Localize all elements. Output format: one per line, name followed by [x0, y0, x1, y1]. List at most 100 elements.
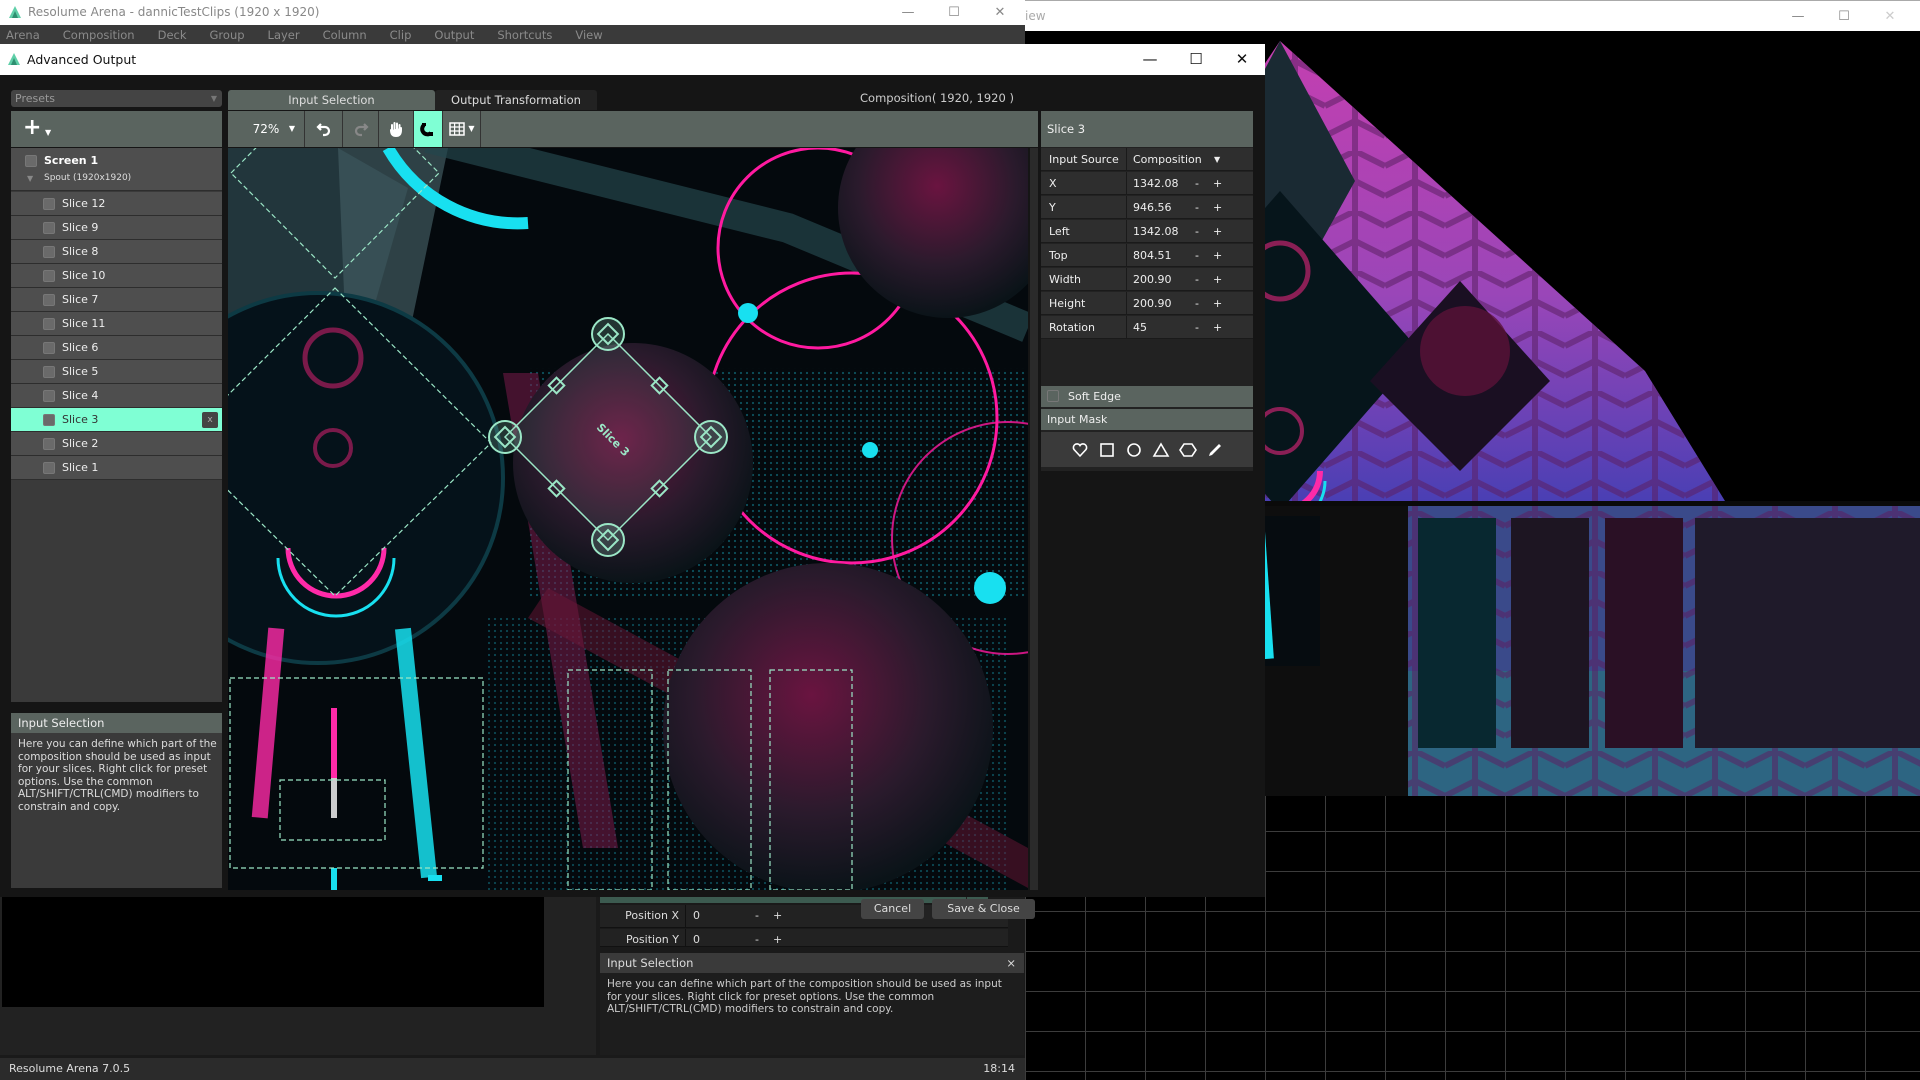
position-x-value[interactable]: 0 — [693, 905, 700, 927]
x-value[interactable]: 1342.08 — [1133, 172, 1179, 195]
save-close-button[interactable]: Save & Close — [932, 899, 1035, 919]
cancel-button[interactable]: Cancel — [861, 899, 924, 919]
slice-checkbox[interactable] — [43, 318, 55, 330]
menu-arena[interactable]: Arena — [6, 28, 40, 42]
square-icon[interactable] — [1098, 441, 1116, 459]
menu-view[interactable]: View — [575, 28, 602, 42]
circle-icon[interactable] — [1125, 441, 1143, 459]
dialog-minimize-button[interactable]: — — [1127, 44, 1173, 75]
rotation-value[interactable]: 45 — [1133, 316, 1147, 339]
slice-checkbox[interactable] — [43, 342, 55, 354]
presets-dropdown[interactable]: Presets ▼ — [11, 90, 222, 107]
grid-dropdown-button[interactable]: ▼ — [443, 111, 481, 147]
slice-checkbox[interactable] — [43, 462, 55, 474]
preview-maximize-button[interactable]: ☐ — [1821, 1, 1867, 32]
slice-list-item[interactable]: Slice 11 — [11, 312, 222, 336]
main-help-close-icon[interactable]: × — [1006, 953, 1016, 973]
slice-list-item[interactable]: Slice 7 — [11, 288, 222, 312]
preview-close-button[interactable]: ✕ — [1867, 1, 1913, 32]
menu-group[interactable]: Group — [210, 28, 245, 42]
delete-slice-button[interactable]: x — [202, 412, 218, 428]
main-minimize-button[interactable]: — — [885, 0, 931, 25]
top-decrement[interactable]: - — [1195, 244, 1199, 267]
height-value[interactable]: 200.90 — [1133, 292, 1172, 315]
slice-list-item[interactable]: Slice 8 — [11, 240, 222, 264]
hexagon-icon[interactable] — [1178, 441, 1197, 459]
left-value[interactable]: 1342.08 — [1133, 220, 1179, 243]
menu-deck[interactable]: Deck — [158, 28, 187, 42]
y-decrement[interactable]: - — [1195, 196, 1199, 219]
slice-list-item[interactable]: Slice 4 — [11, 384, 222, 408]
slice-list-item[interactable]: Slice 6 — [11, 336, 222, 360]
x-decrement[interactable]: - — [1195, 172, 1199, 195]
menu-column[interactable]: Column — [323, 28, 367, 42]
slice-list-item[interactable]: Slice 2 — [11, 432, 222, 456]
slice-list-item[interactable]: Slice 10 — [11, 264, 222, 288]
snap-magnet-button[interactable] — [414, 111, 443, 147]
top-value[interactable]: 804.51 — [1133, 244, 1172, 267]
x-increment[interactable]: + — [1213, 172, 1222, 195]
menu-output[interactable]: Output — [434, 28, 474, 42]
slice-list-item[interactable]: Slice 9 — [11, 216, 222, 240]
slice-name: Slice 6 — [62, 341, 99, 354]
menu-composition[interactable]: Composition — [63, 28, 135, 42]
height-increment[interactable]: + — [1213, 292, 1222, 315]
dialog-close-button[interactable]: ✕ — [1219, 44, 1265, 75]
tab-input-selection[interactable]: Input Selection — [228, 90, 435, 110]
rotation-increment[interactable]: + — [1213, 316, 1222, 339]
screen-row[interactable]: Screen 1 ▼ Spout (1920x1920) — [11, 148, 222, 191]
y-value[interactable]: 946.56 — [1133, 196, 1172, 219]
rotation-decrement[interactable]: - — [1195, 316, 1199, 339]
menu-layer[interactable]: Layer — [268, 28, 300, 42]
zoom-dropdown[interactable]: 72% ▼ — [228, 111, 305, 147]
slice-list-item[interactable]: Slice 12 — [11, 192, 222, 216]
hand-tool-button[interactable] — [379, 111, 414, 147]
slice-checkbox[interactable] — [43, 438, 55, 450]
slice-checkbox[interactable] — [43, 390, 55, 402]
width-decrement[interactable]: - — [1195, 268, 1199, 291]
redo-button[interactable] — [343, 111, 379, 147]
dialog-maximize-button[interactable]: ☐ — [1173, 44, 1219, 75]
slice-checkbox[interactable] — [43, 222, 55, 234]
screen-checkbox[interactable] — [25, 155, 37, 167]
undo-button[interactable] — [305, 111, 343, 147]
slice-checkbox[interactable] — [43, 414, 55, 426]
slice-checkbox[interactable] — [43, 198, 55, 210]
soft-edge-row[interactable]: Soft Edge — [1041, 386, 1253, 407]
height-decrement[interactable]: - — [1195, 292, 1199, 315]
heart-icon[interactable] — [1071, 441, 1089, 459]
tab-output-transformation[interactable]: Output Transformation — [435, 90, 597, 110]
triangle-icon[interactable] — [1152, 441, 1170, 459]
preview-minimize-button[interactable]: — — [1775, 1, 1821, 32]
left-increment[interactable]: + — [1213, 220, 1222, 243]
menu-clip[interactable]: Clip — [390, 28, 412, 42]
width-increment[interactable]: + — [1213, 268, 1222, 291]
menu-shortcuts[interactable]: Shortcuts — [497, 28, 552, 42]
slice-list-item[interactable]: Slice 3 x — [11, 408, 222, 432]
top-increment[interactable]: + — [1213, 244, 1222, 267]
input-selection-canvas[interactable]: Slice 3 — [228, 148, 1028, 890]
canvas-scrollbar[interactable] — [1030, 148, 1038, 890]
input-source-dropdown[interactable]: Composition — [1133, 148, 1202, 171]
left-decrement[interactable]: - — [1195, 220, 1199, 243]
main-close-button[interactable]: ✕ — [977, 0, 1023, 25]
pen-icon[interactable] — [1206, 441, 1224, 459]
soft-edge-checkbox[interactable] — [1047, 390, 1059, 402]
y-increment[interactable]: + — [1213, 196, 1222, 219]
position-y-decrement[interactable]: - — [755, 929, 759, 946]
position-y-value[interactable]: 0 — [693, 929, 700, 946]
slice-checkbox[interactable] — [43, 246, 55, 258]
add-slice-button[interactable]: + ▼ — [23, 117, 53, 139]
position-x-increment[interactable]: + — [773, 905, 782, 927]
expand-triangle-icon[interactable]: ▼ — [27, 174, 33, 183]
position-y-increment[interactable]: + — [773, 929, 782, 946]
position-x-decrement[interactable]: - — [755, 905, 759, 927]
slice-checkbox[interactable] — [43, 270, 55, 282]
chevron-down-icon[interactable]: ▼ — [1214, 148, 1220, 171]
main-maximize-button[interactable]: ☐ — [931, 0, 977, 25]
slice-list-item[interactable]: Slice 1 — [11, 456, 222, 480]
slice-checkbox[interactable] — [43, 294, 55, 306]
slice-checkbox[interactable] — [43, 366, 55, 378]
slice-list-item[interactable]: Slice 5 — [11, 360, 222, 384]
width-value[interactable]: 200.90 — [1133, 268, 1172, 291]
